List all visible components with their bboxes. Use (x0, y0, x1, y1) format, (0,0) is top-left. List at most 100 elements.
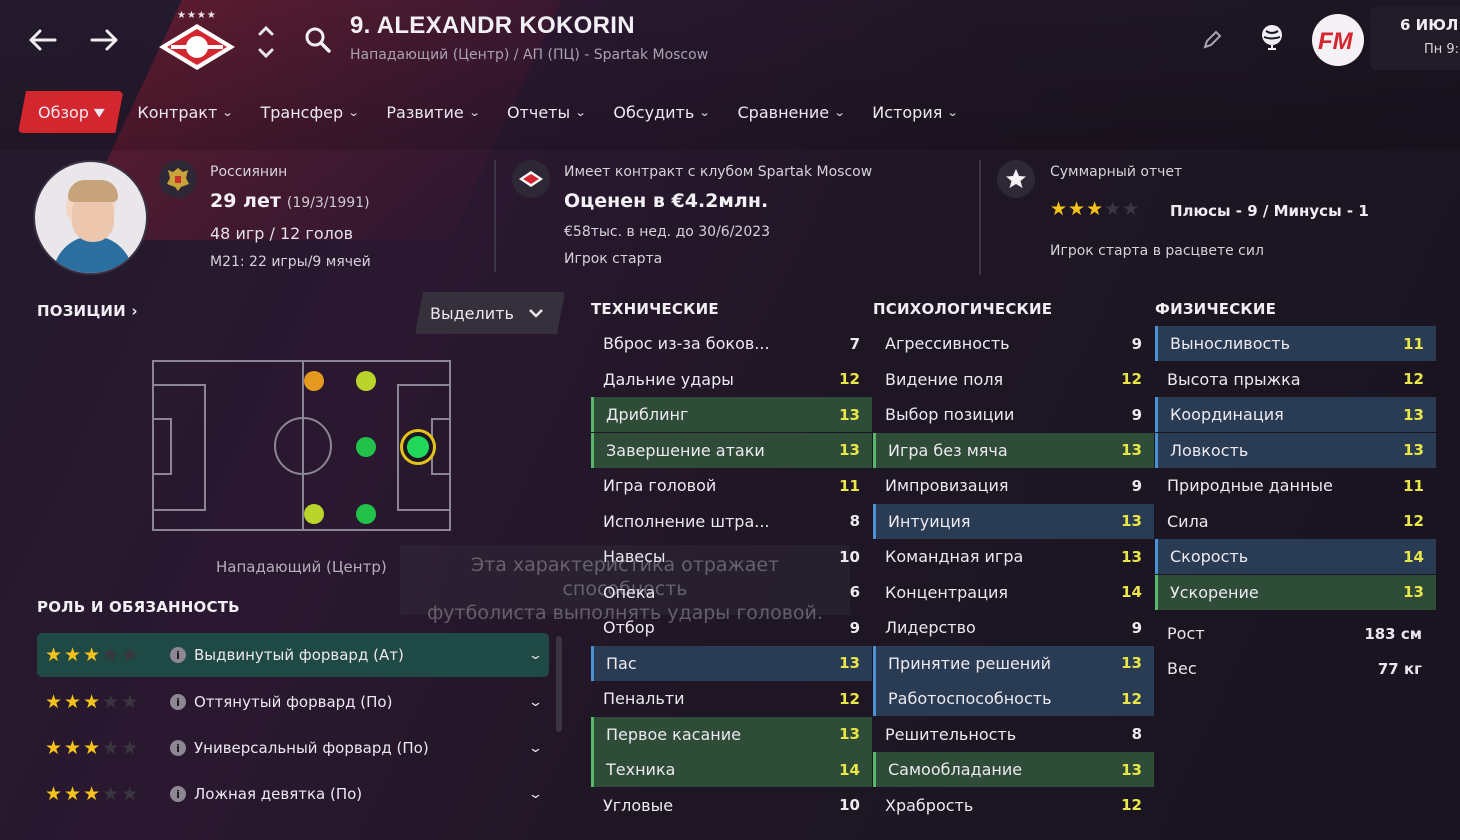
attribute-row[interactable]: Пенальти 12 (591, 681, 872, 716)
back-button[interactable] (22, 20, 62, 60)
info-icon[interactable]: i (170, 740, 186, 756)
tab-label: Трансфер (260, 102, 344, 122)
attribute-row[interactable]: Принятие решений 13 (873, 645, 1154, 681)
attribute-value: 9 (1131, 618, 1142, 637)
info-icon[interactable]: i (170, 647, 186, 663)
attribute-row[interactable]: Видение поля 12 (873, 362, 1154, 397)
position-dot[interactable] (356, 437, 376, 457)
attribute-value: 12 (839, 370, 860, 388)
attribute-row[interactable]: Угловые 10 (591, 788, 872, 823)
attribute-row[interactable]: Сила 12 (1155, 504, 1436, 539)
chevron-down-icon[interactable]: ⌄ (528, 695, 543, 710)
star-icon: ★ (1104, 198, 1122, 220)
chevron-down-icon[interactable]: ⌄ (528, 648, 543, 663)
attribute-row[interactable]: Выбор позиции 9 (873, 397, 1154, 432)
attribute-row[interactable]: Импровизация 9 (873, 468, 1154, 503)
role-row[interactable]: ★ ★ ★ ★ ★ i Выдвинутый форвард (Ат) ⌄ (37, 633, 549, 677)
positions-heading[interactable]: ПОЗИЦИИ › (37, 302, 138, 320)
attribute-value: 13 (1121, 512, 1142, 530)
nationality-emblem[interactable] (159, 160, 197, 198)
attribute-row[interactable]: Работоспособность 12 (873, 681, 1154, 716)
attribute-row[interactable]: Командная игра 13 (873, 539, 1154, 574)
attribute-value: 12 (839, 689, 860, 708)
tab-development[interactable]: Развитие ⌄ (372, 91, 493, 133)
fm-menu-button[interactable]: FM (1312, 14, 1364, 66)
attribute-row[interactable]: Храбрость 12 (873, 788, 1154, 823)
tab-contract[interactable]: Контракт ⌄ (123, 91, 246, 133)
forward-button[interactable] (85, 20, 125, 60)
chevron-down-icon[interactable]: ⌄ (528, 741, 543, 756)
attribute-row[interactable]: Природные данные 11 (1155, 468, 1436, 503)
search-button[interactable] (298, 20, 338, 60)
position-pitch[interactable] (152, 360, 451, 531)
attribute-name: Видение поля (885, 369, 1004, 389)
contract-club-icon-wrap[interactable] (512, 160, 550, 198)
attribute-row[interactable]: Концентрация 14 (873, 575, 1154, 610)
attribute-row[interactable]: Игра без мяча 13 (873, 432, 1154, 468)
attribute-row[interactable]: Первое касание 13 (591, 716, 872, 752)
tab-transfer[interactable]: Трансфер ⌄ (246, 91, 372, 133)
club-badge[interactable]: ★★★★ (157, 10, 237, 72)
position-dot[interactable] (356, 371, 376, 391)
attribute-value: 9 (1131, 405, 1142, 424)
attribute-row[interactable]: Исполнение штра... 8 (591, 504, 872, 539)
role-row[interactable]: ★ ★ ★ ★ ★ i Оттянутый форвард (По) ⌄ (37, 680, 549, 724)
attribute-row[interactable]: Ускорение 13 (1155, 574, 1436, 610)
attribute-name: Принятие решений (888, 653, 1052, 673)
position-dot[interactable] (356, 504, 376, 524)
tab-reports[interactable]: Отчеты ⌄ (493, 91, 599, 133)
tab-history[interactable]: История ⌄ (858, 91, 971, 133)
position-dot[interactable] (304, 371, 324, 391)
role-row[interactable]: ★ ★ ★ ★ ★ i Ложная девятка (По) ⌄ (37, 772, 549, 816)
tab-discuss[interactable]: Обсудить ⌄ (599, 91, 723, 133)
attribute-row[interactable]: Техника 14 (591, 752, 872, 787)
roles-scrollbar[interactable] (556, 636, 562, 732)
attribute-name: Решительность (885, 724, 1017, 744)
pros-cons[interactable]: Плюсы - 9 / Минусы - 1 (1170, 202, 1369, 220)
goal-box-left (154, 418, 172, 475)
attribute-row[interactable]: Отбор 9 (591, 610, 872, 645)
role-stars: ★ ★ ★ ★ ★ (45, 643, 139, 666)
attribute-row[interactable]: Вброс из-за боков... 7 (591, 326, 872, 361)
attribute-value: 13 (839, 725, 860, 743)
attribute-row[interactable]: Самообладание 13 (873, 752, 1154, 787)
highlight-select[interactable]: Выделить (415, 292, 565, 334)
tab-compare[interactable]: Сравнение ⌄ (724, 91, 859, 133)
attribute-row[interactable]: Лидерство 9 (873, 610, 1154, 645)
info-icon[interactable]: i (170, 694, 186, 710)
attribute-row[interactable]: Завершение атаки 13 (591, 432, 872, 468)
attribute-name: Природные данные (1167, 476, 1333, 495)
role-label: Универсальный форвард (По) (194, 739, 429, 757)
attribute-row[interactable]: Дальние удары 12 (591, 362, 872, 397)
world-button[interactable] (1252, 18, 1292, 58)
attribute-row[interactable]: Координация 13 (1155, 397, 1436, 432)
chevron-down-icon[interactable]: ⌄ (528, 787, 543, 802)
attribute-row[interactable]: Ловкость 13 (1155, 432, 1436, 468)
game-day-time: Пн 9: (1424, 42, 1460, 57)
attribute-row[interactable]: Выносливость 11 (1155, 326, 1436, 361)
position-dot[interactable] (304, 504, 324, 524)
attribute-row[interactable]: Интуиция 13 (873, 503, 1154, 539)
apps-goals: 48 игр / 12 голов (210, 224, 354, 243)
attribute-row[interactable]: Опека 6 (591, 575, 872, 610)
edit-button[interactable] (1192, 20, 1232, 60)
player-switch[interactable] (255, 22, 277, 62)
attribute-row[interactable]: Игра головой 11 (591, 468, 872, 503)
attribute-row[interactable]: Решительность 8 (873, 717, 1154, 752)
info-icon[interactable]: i (170, 786, 186, 802)
attribute-row[interactable]: Пас 13 (591, 645, 872, 681)
attribute-row[interactable]: Высота прыжка 12 (1155, 362, 1436, 397)
role-stars: ★ ★ ★ ★ ★ (45, 736, 139, 759)
attribute-row[interactable]: Навесы 10 (591, 539, 872, 574)
attribute-row[interactable]: Скорость 14 (1155, 539, 1436, 574)
tab-overview[interactable]: Обзор ▼ (18, 91, 123, 133)
player-photo[interactable] (33, 160, 148, 275)
attribute-row[interactable]: Агрессивность 9 (873, 326, 1154, 361)
report-icon-wrap[interactable] (997, 160, 1035, 198)
attribute-value: 14 (1403, 547, 1424, 566)
arrow-right-icon (90, 29, 118, 51)
role-row[interactable]: ★ ★ ★ ★ ★ i Универсальный форвард (По) ⌄ (37, 726, 549, 770)
attribute-name: Высота прыжка (1167, 369, 1301, 389)
attribute-row[interactable]: Дриблинг 13 (591, 397, 872, 432)
position-dot-natural[interactable] (400, 429, 436, 465)
